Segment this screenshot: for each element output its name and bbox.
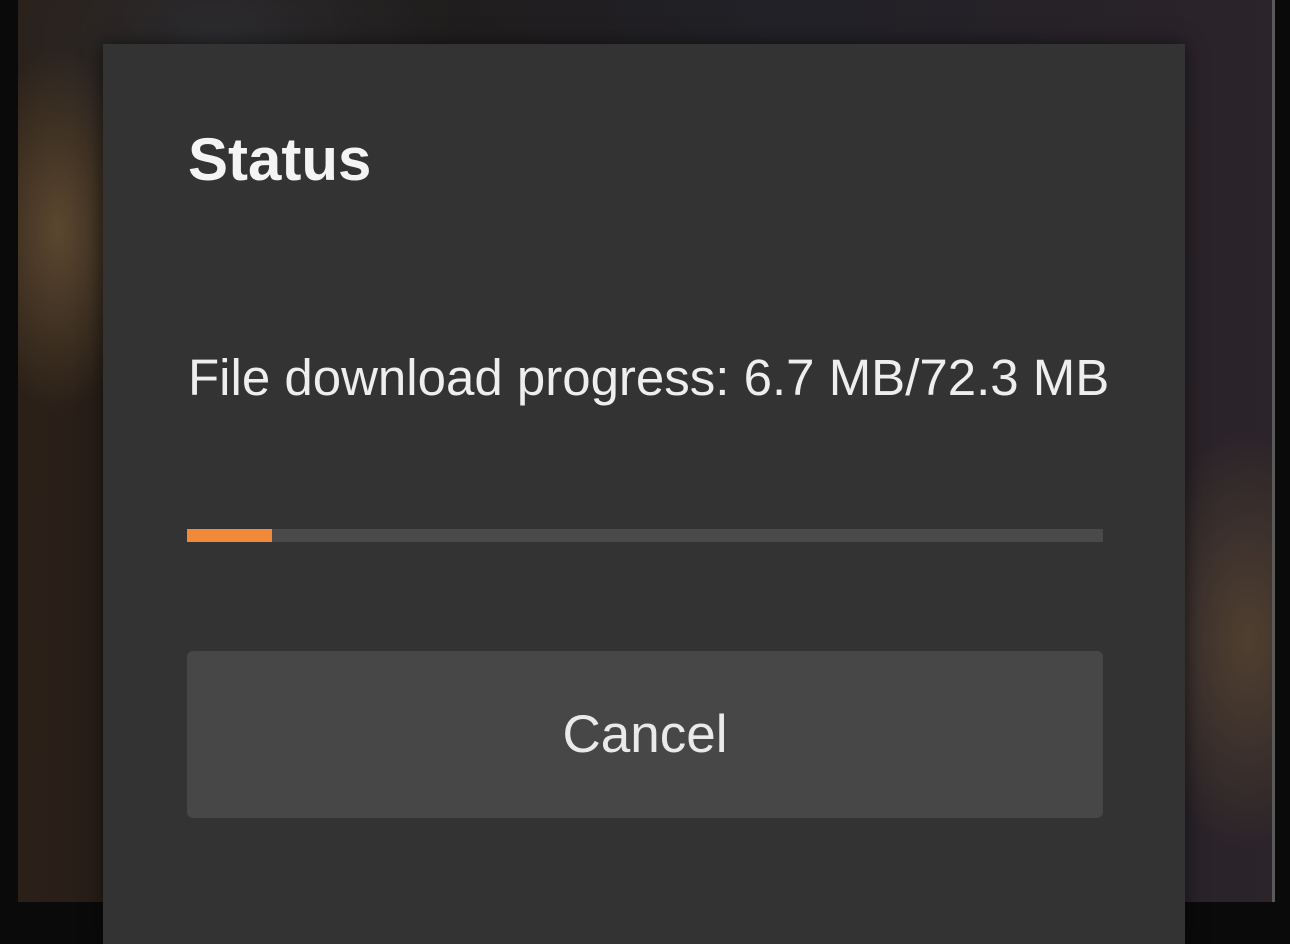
download-progress-text: File download progress: 6.7 MB/72.3 MB	[188, 349, 1110, 406]
download-progress-fill	[187, 529, 272, 542]
status-dialog: Status File download progress: 6.7 MB/72…	[103, 44, 1185, 944]
dialog-title: Status	[188, 126, 372, 193]
download-progress-bar	[187, 529, 1103, 542]
cancel-button[interactable]: Cancel	[187, 651, 1103, 818]
screen-edge	[1272, 0, 1275, 902]
